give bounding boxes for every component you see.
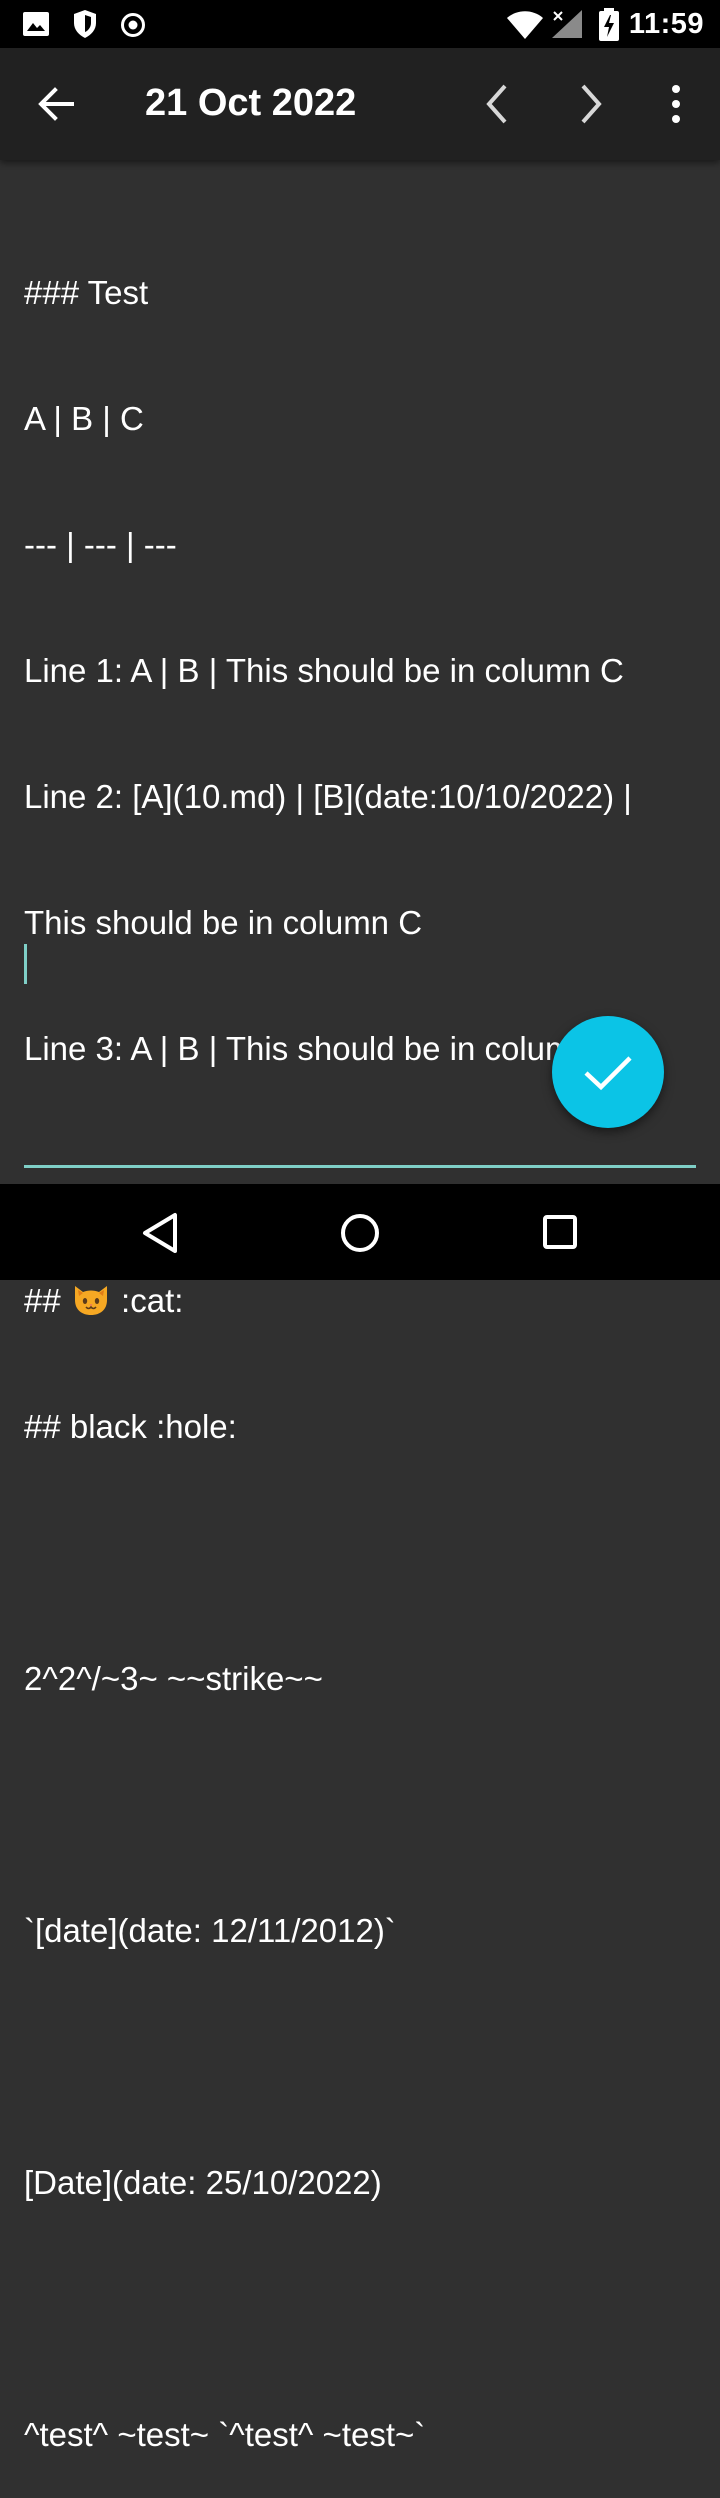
image-icon	[23, 12, 49, 36]
more-vert-icon	[672, 85, 680, 123]
next-day-button[interactable]	[566, 76, 616, 132]
editor-line: Line 2: [A](10.md) | [B](date:10/10/2022…	[24, 778, 632, 815]
heading-marker: ##	[24, 1282, 70, 1319]
note-editor[interactable]: ### Test A | B | C --- | --- | --- Line …	[24, 188, 704, 2453]
home-circle-icon[interactable]	[339, 1212, 381, 1254]
chevron-left-icon	[486, 84, 507, 124]
editor-line: ## black :hole:	[24, 1408, 237, 1445]
editor-line: ### Test	[24, 274, 149, 311]
editor-line: This should be in column C	[24, 904, 423, 941]
editor-line: ^test^ ~test~ `^test^ ~test~`	[24, 2416, 426, 2453]
back-triangle-icon[interactable]	[140, 1212, 180, 1254]
navigation-bar	[0, 1184, 720, 1280]
arrow-back-icon	[38, 87, 74, 121]
back-button[interactable]	[26, 76, 86, 132]
chevron-right-icon	[581, 84, 602, 124]
check-icon	[584, 1056, 632, 1091]
editor-underline	[24, 1165, 696, 1168]
status-bar: 11:59	[0, 0, 720, 48]
cat-shortcode: :cat:	[121, 1282, 184, 1319]
signal-icon	[552, 10, 582, 38]
editor-line: --- | --- | ---	[24, 526, 177, 563]
wifi-icon	[507, 11, 543, 39]
shield-icon	[74, 10, 96, 38]
cat-face-icon	[74, 1286, 107, 1315]
app-bar: 21 Oct 2022	[0, 48, 720, 160]
overflow-menu-button[interactable]	[656, 76, 696, 132]
record-icon	[121, 13, 145, 37]
previous-day-button[interactable]	[472, 76, 522, 132]
editor-line: A | B | C	[24, 400, 144, 437]
recents-square-icon[interactable]	[542, 1214, 578, 1250]
editor-line: `[date](date: 12/11/2012)`	[24, 1912, 396, 1949]
text-cursor	[24, 944, 27, 984]
editor-line-cat: ## :cat:	[24, 1280, 704, 1322]
editor-line: [Date](date: 25/10/2022)	[24, 2164, 382, 2201]
battery-charging-icon	[599, 8, 619, 41]
save-button[interactable]	[552, 1016, 664, 1128]
page-title: 21 Oct 2022	[145, 82, 357, 124]
editor-line: Line 1: A | B | This should be in column…	[24, 652, 624, 689]
editor-line: 2^2^/~3~ ~~strike~~	[24, 1660, 323, 1697]
status-time: 11:59	[628, 8, 704, 40]
